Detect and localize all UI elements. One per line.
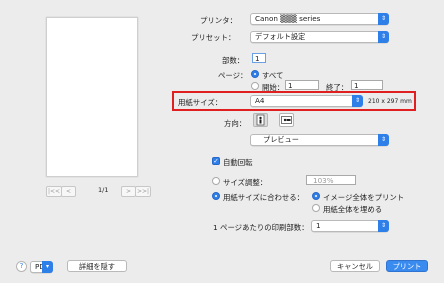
orientation-label: 方向： bbox=[224, 119, 247, 128]
next-page-label: > bbox=[125, 188, 132, 195]
pages-label: ページ： bbox=[218, 71, 248, 80]
presets-popup[interactable]: デフォルト設定 ⇕ bbox=[250, 31, 389, 43]
presets-label: プリセット： bbox=[191, 33, 236, 42]
pdf-menu-button[interactable]: PDF ▾ bbox=[30, 261, 53, 273]
pages-all-radio[interactable] bbox=[251, 70, 259, 78]
chevron-updown-icon: ⇕ bbox=[378, 13, 389, 25]
chevron-updown-icon: ⇕ bbox=[378, 31, 389, 43]
first-page-button[interactable]: |<< bbox=[46, 186, 62, 197]
fill-paper-label: 用紙全体を埋める bbox=[323, 205, 383, 214]
copies-label: 部数： bbox=[222, 56, 245, 65]
last-page-button[interactable]: >>| bbox=[135, 186, 151, 197]
landscape-person-icon bbox=[281, 116, 292, 124]
help-icon: ? bbox=[19, 262, 24, 270]
highlight-box bbox=[172, 91, 416, 111]
prev-page-button[interactable]: < bbox=[61, 186, 76, 197]
print-button[interactable]: プリント bbox=[386, 260, 428, 272]
pages-range-radio[interactable] bbox=[251, 82, 259, 90]
pages-from-input[interactable]: 1 bbox=[285, 80, 319, 90]
landscape-orientation-button[interactable] bbox=[279, 113, 294, 127]
next-page-button[interactable]: > bbox=[121, 186, 136, 197]
pages-all-label: すべて bbox=[262, 71, 284, 80]
scale-radio[interactable] bbox=[212, 177, 220, 185]
last-page-label: >>| bbox=[136, 188, 150, 195]
print-entire-image-radio[interactable] bbox=[312, 192, 320, 200]
copies-input[interactable]: 1 bbox=[252, 53, 266, 63]
printer-popup[interactable]: Canon ▒▒▒ series ⇕ bbox=[250, 13, 389, 25]
chevron-down-icon: ▾ bbox=[42, 261, 53, 273]
auto-rotate-label: 自動回転 bbox=[223, 158, 253, 167]
printer-value: Canon ▒▒▒ series bbox=[255, 14, 321, 23]
page-preview bbox=[46, 17, 138, 177]
scale-to-fit-radio[interactable] bbox=[212, 192, 220, 200]
section-popup-value: プレビュー bbox=[263, 135, 299, 144]
fill-paper-radio[interactable] bbox=[312, 204, 320, 212]
hide-details-button[interactable]: 詳細を隠す bbox=[67, 260, 127, 272]
copies-per-page-label: 1 ページあたりの印刷部数： bbox=[213, 223, 309, 232]
scale-to-fit-label: 用紙サイズに合わせる： bbox=[223, 193, 305, 202]
section-popup[interactable]: プレビュー ⇕ bbox=[250, 134, 389, 146]
cancel-button[interactable]: キャンセル bbox=[330, 260, 380, 272]
portrait-person-icon bbox=[256, 114, 265, 126]
first-page-label: |<< bbox=[47, 188, 61, 195]
copies-per-page-popup[interactable]: 1 ⇕ bbox=[311, 220, 389, 232]
page-indicator: 1/1 bbox=[98, 186, 109, 194]
help-button[interactable]: ? bbox=[16, 261, 27, 272]
auto-rotate-checkbox[interactable]: ✓ bbox=[212, 157, 220, 165]
chevron-updown-icon: ⇕ bbox=[378, 220, 389, 232]
print-entire-image-label: イメージ全体をプリント bbox=[323, 193, 405, 202]
scale-label: サイズ調整： bbox=[223, 178, 268, 187]
copies-per-page-value: 1 bbox=[316, 221, 321, 230]
prev-page-label: < bbox=[65, 188, 72, 195]
printer-label: プリンタ： bbox=[200, 16, 237, 25]
checkmark-icon: ✓ bbox=[213, 157, 219, 165]
presets-value: デフォルト設定 bbox=[255, 32, 306, 41]
scale-input[interactable]: 103% bbox=[306, 175, 356, 185]
portrait-orientation-button[interactable] bbox=[253, 113, 268, 127]
chevron-updown-icon: ⇕ bbox=[378, 134, 389, 146]
pages-to-input[interactable]: 1 bbox=[351, 80, 383, 90]
